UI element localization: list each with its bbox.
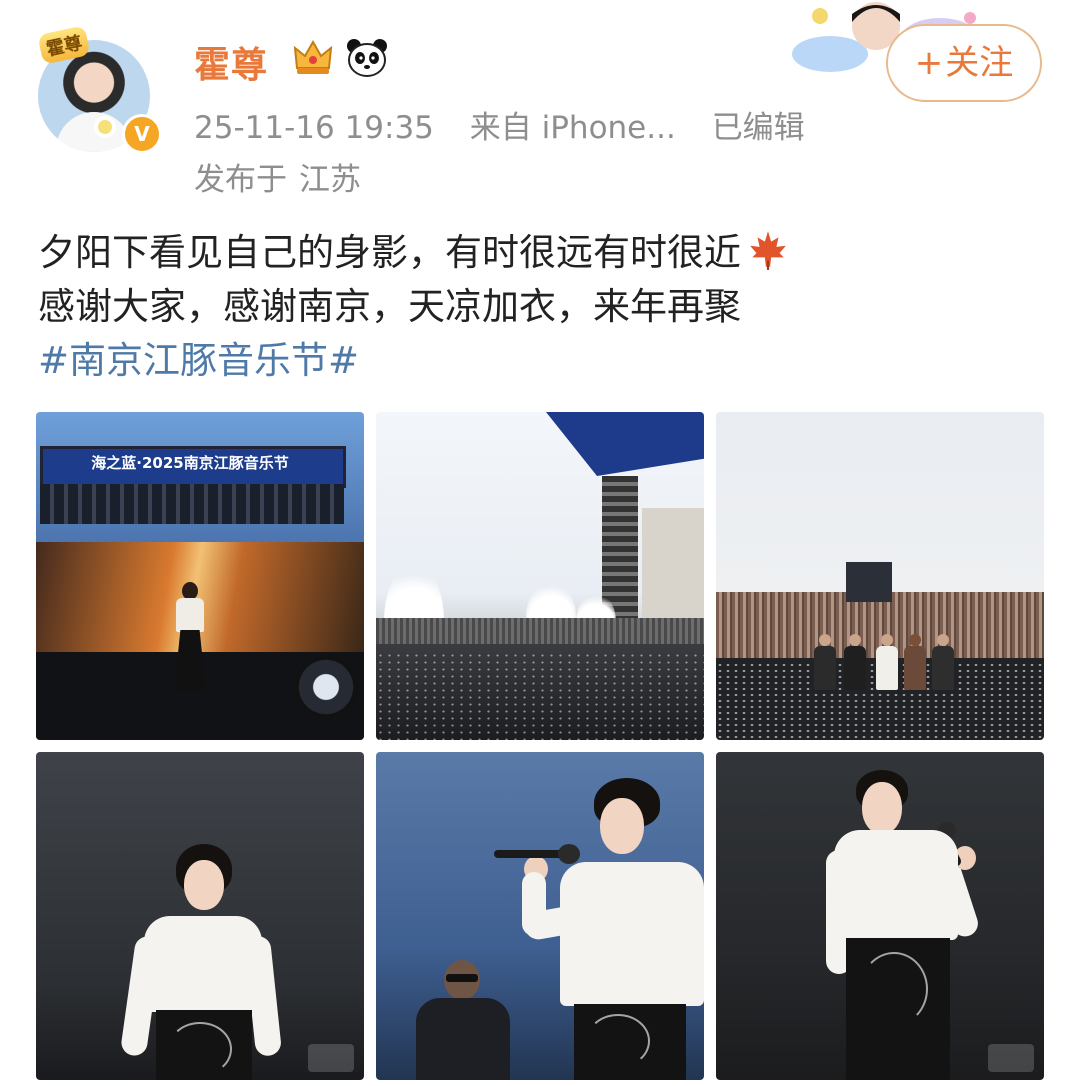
username[interactable]: 霍尊 [194,36,268,88]
post-timestamp: 25-11-16 19:35 [194,110,434,146]
panda-icon [347,39,387,77]
singer-portrait [119,844,283,1080]
post-source[interactable]: 来自 iPhone... [470,110,676,146]
photo-4[interactable] [36,752,364,1080]
verified-v-icon: V [122,114,162,154]
stage-lighting-rig [40,484,344,524]
avatar-shirt [56,112,132,152]
location-prefix: 发布于 [194,162,287,198]
post-line-2: 感谢大家，感谢南京，天凉加衣，来年再聚 [38,285,741,328]
location-value: 江苏 [299,162,361,198]
flower-icon [98,120,112,134]
author-avatar[interactable]: 霍尊 V [37,25,162,154]
maple-leaf-icon [750,231,786,270]
follow-label: 关注 [945,43,1014,83]
post-location: 发布于 江苏 [194,154,361,199]
photo-3[interactable] [716,412,1044,740]
photo-2[interactable] [376,412,704,740]
crown-icon [293,40,333,74]
hashtag-link[interactable]: #南京江豚音乐节# [38,334,1048,388]
singer-portrait [494,778,704,1080]
post-line-1-text: 夕阳下看见自己的身影，有时很远有时很近 [38,231,741,274]
spotlight-icon [294,656,358,718]
distant-stage [846,562,892,602]
singer-portrait [826,770,986,1080]
photo-5[interactable] [376,752,704,1080]
plus-icon: + [914,43,944,83]
photo-1[interactable]: 海之蓝·2025南京江豚音乐节 [36,412,364,740]
post-line-1: 夕阳下看见自己的身影，有时很远有时很近 [38,226,1048,280]
follow-button[interactable]: +关注 [886,24,1042,102]
singer-figure [172,582,208,692]
post-meta: 25-11-16 19:35 来自 iPhone... 已编辑 [194,102,831,147]
edited-label[interactable]: 已编辑 [712,110,805,146]
photo-6[interactable] [716,752,1044,1080]
post-content: 夕阳下看见自己的身影，有时很远有时很近 感谢大家，感谢南京，天凉加衣，来年再聚 … [38,226,1048,388]
stage-banner-text: 海之蓝·2025南京江豚音乐节 [91,454,289,472]
